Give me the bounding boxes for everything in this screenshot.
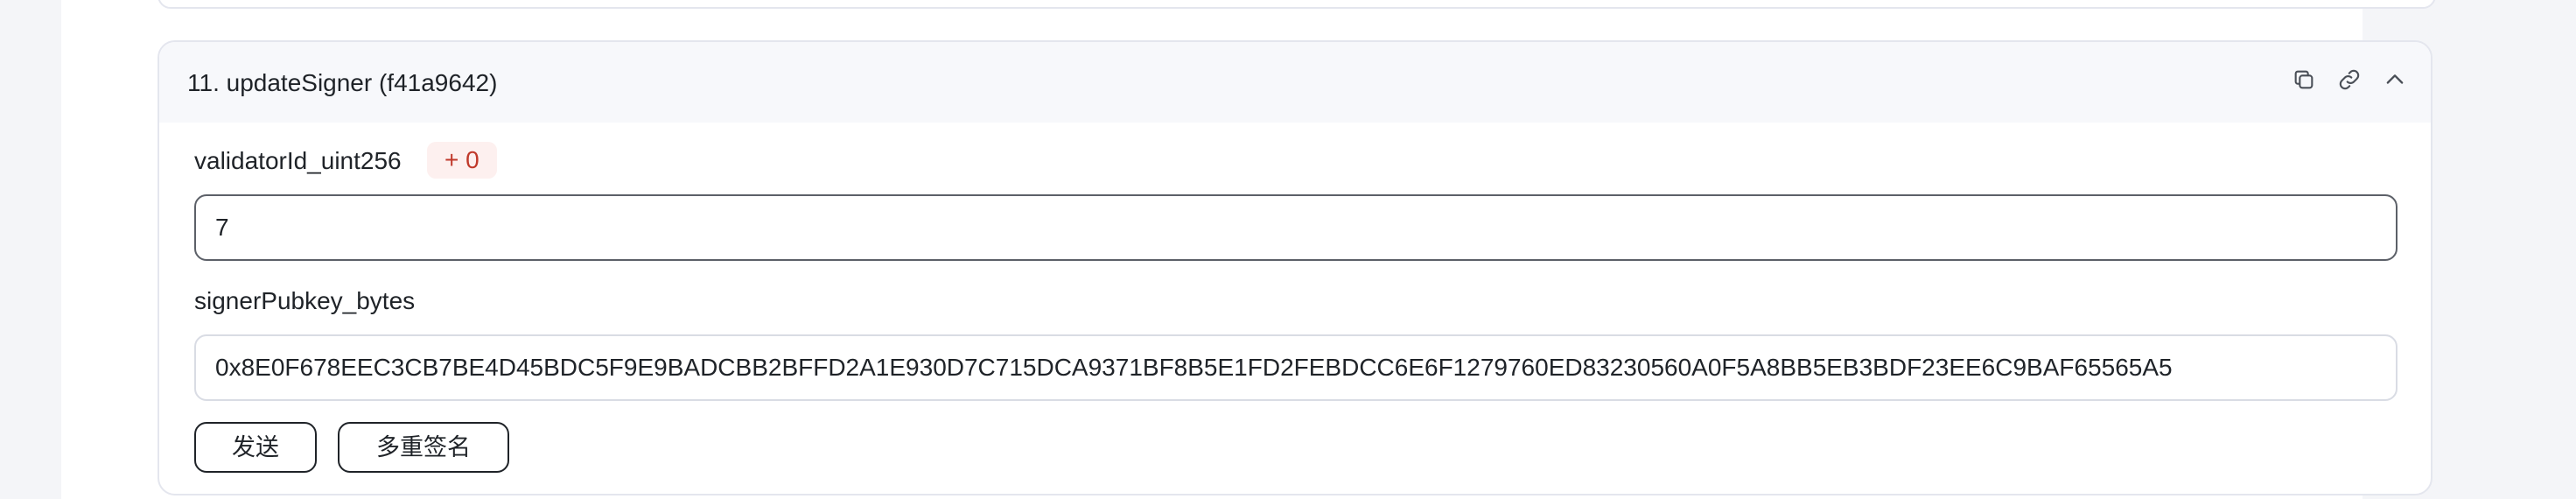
validator-id-badge: + 0 (427, 142, 497, 179)
copy-icon[interactable] (2291, 67, 2317, 93)
validator-id-label: validatorId_uint256 (194, 147, 402, 174)
validator-id-input[interactable] (194, 194, 2398, 261)
signer-pubkey-label: signerPubkey_bytes (194, 287, 416, 314)
main-panel: 11. updateSigner (f41a9642) validatorId_… (61, 0, 2436, 499)
link-icon[interactable] (2336, 67, 2362, 93)
header-actions (2291, 67, 2408, 93)
multisig-button[interactable]: 多重签名 (338, 422, 509, 473)
previous-function-card (158, 0, 2436, 9)
function-title: 11. updateSigner (f41a9642) (187, 69, 498, 96)
function-card-update-signer: 11. updateSigner (f41a9642) validatorId_… (158, 40, 2432, 495)
send-button[interactable]: 发送 (194, 422, 317, 473)
signer-pubkey-input[interactable] (194, 334, 2398, 401)
chevron-up-icon[interactable] (2382, 67, 2408, 93)
function-card-header[interactable]: 11. updateSigner (f41a9642) (159, 42, 2431, 123)
